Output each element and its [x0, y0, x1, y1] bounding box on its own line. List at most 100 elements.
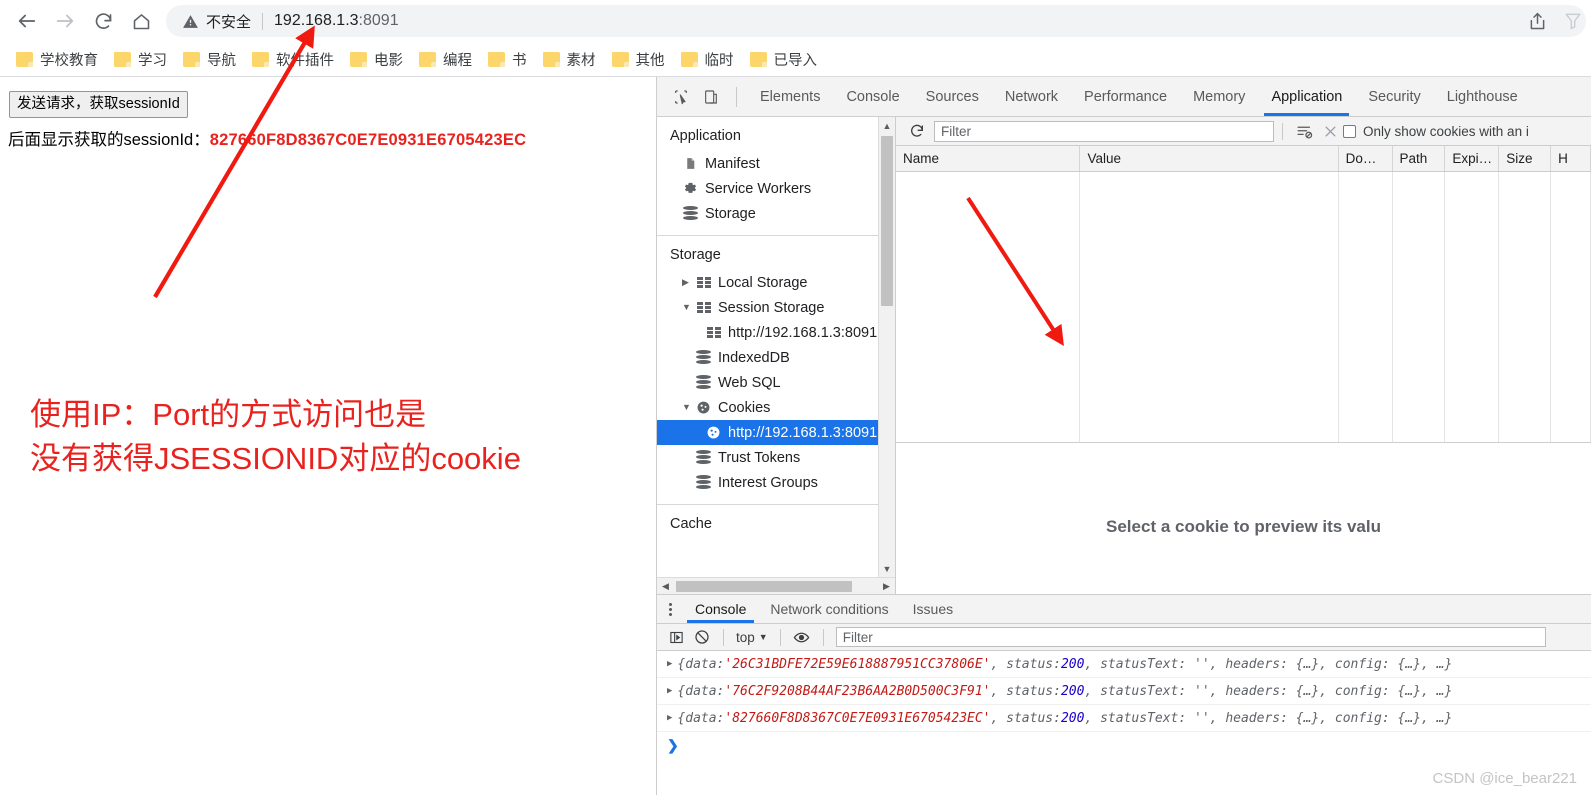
sidebar-item-web-sql[interactable]: ▶ Web SQL	[657, 370, 878, 395]
address-bar[interactable]: 不安全 192.168.1.3:8091	[166, 5, 1586, 37]
session-id-label: 后面显示获取的sessionId：	[8, 131, 210, 149]
send-request-button[interactable]: 发送请求，获取sessionId	[9, 91, 188, 118]
expand-triangle-icon[interactable]: ▶	[667, 686, 672, 696]
sidebar-item-label: Storage	[705, 205, 756, 222]
scrollbar-thumb[interactable]	[881, 136, 893, 306]
console-sidebar-icon[interactable]	[663, 625, 689, 649]
cookie-filter-input[interactable]: Filter	[934, 120, 1274, 142]
drawer-tab-network-conditions[interactable]: Network conditions	[758, 595, 900, 623]
device-toolbar-icon[interactable]	[696, 82, 726, 112]
console-log-row[interactable]: ▶ {data: '76C2F9208B44AF23B6AA2B0D500C3F…	[657, 678, 1591, 705]
console-toolbar: top ▼ Filter	[657, 624, 1591, 651]
tab-application[interactable]: Application	[1258, 77, 1355, 116]
bookmark-label: 已导入	[773, 52, 818, 69]
sidebar-item-local-storage[interactable]: ▶ Local Storage	[657, 270, 878, 295]
forward-icon[interactable]	[46, 2, 84, 40]
bookmark-item[interactable]: 临时	[675, 45, 744, 73]
sidebar-vertical-scrollbar[interactable]: ▲ ▼	[878, 117, 895, 577]
cookies-table-body[interactable]	[896, 172, 1591, 442]
console-filter-input[interactable]: Filter	[835, 627, 1546, 647]
column-header-value[interactable]: Value	[1080, 146, 1339, 171]
refresh-icon[interactable]	[904, 119, 930, 143]
scroll-right-icon[interactable]: ▶	[878, 581, 895, 592]
document-icon	[682, 155, 699, 172]
sidebar-item-cookie-origin[interactable]: http://192.168.1.3:8091	[657, 420, 878, 445]
scrollbar-thumb-horizontal[interactable]	[676, 580, 852, 592]
bookmark-item[interactable]: 软件插件	[246, 45, 344, 73]
sidebar-item-trust-tokens[interactable]: ▶ Trust Tokens	[657, 445, 878, 470]
scroll-up-icon[interactable]: ▲	[879, 117, 895, 134]
sidebar-item-label: Session Storage	[718, 299, 825, 316]
live-expression-eye-icon[interactable]	[789, 625, 815, 649]
expand-triangle-icon[interactable]: ▶	[667, 713, 672, 723]
chevron-down-icon[interactable]: ▼	[682, 303, 695, 312]
collections-icon[interactable]	[1555, 3, 1591, 39]
reload-icon[interactable]	[84, 2, 122, 40]
tabbar-divider	[736, 86, 737, 107]
sidebar-item-manifest[interactable]: Manifest	[657, 151, 878, 176]
folder-icon	[488, 51, 505, 67]
devtools-tabbar: Elements Console Sources Network Perform…	[657, 77, 1591, 117]
expand-triangle-icon[interactable]: ▶	[667, 659, 672, 669]
execution-context-selector[interactable]: top ▼	[732, 630, 772, 645]
clear-filtered-cookies-icon[interactable]	[1291, 119, 1317, 143]
sidebar-item-storage[interactable]: Storage	[657, 201, 878, 226]
clear-console-icon[interactable]	[689, 625, 715, 649]
console-log-row[interactable]: ▶ {data: '26C31BDFE72E59E618887951CC3780…	[657, 651, 1591, 678]
bookmark-item[interactable]: 素材	[537, 45, 606, 73]
column-header-domain[interactable]: Do…	[1339, 146, 1393, 171]
console-log-row[interactable]: ▶ {data: '827660F8D8367C0E7E0931E6705423…	[657, 705, 1591, 732]
bookmark-label: 其他	[635, 52, 665, 69]
bookmark-item[interactable]: 学习	[108, 45, 177, 73]
scroll-down-icon[interactable]: ▼	[879, 560, 895, 577]
bookmark-item[interactable]: 其他	[606, 45, 675, 73]
table-column	[1080, 172, 1339, 442]
chevron-down-icon[interactable]: ▼	[682, 403, 695, 412]
kebab-menu-icon[interactable]	[657, 602, 683, 616]
folder-icon	[749, 51, 767, 67]
console-prompt[interactable]: ❯	[657, 732, 1591, 759]
sidebar-item-indexeddb[interactable]: ▶ IndexedDB	[657, 345, 878, 370]
inspect-cursor-icon[interactable]	[666, 82, 696, 112]
bookmark-label: 学习	[138, 52, 167, 69]
column-header-httponly[interactable]: H	[1551, 146, 1591, 171]
bookmark-item[interactable]: 电影	[344, 45, 413, 73]
column-header-path[interactable]: Path	[1393, 146, 1446, 171]
tab-sources[interactable]: Sources	[913, 77, 992, 116]
tab-console[interactable]: Console	[833, 77, 912, 116]
sidebar-item-cookies[interactable]: ▼ Cookies	[657, 395, 878, 420]
clear-all-cookies-icon[interactable]	[1317, 119, 1343, 143]
scroll-left-icon[interactable]: ◀	[657, 581, 674, 592]
sidebar-item-interest-groups[interactable]: ▶ Interest Groups	[657, 470, 878, 495]
sidebar-item-session-storage-origin[interactable]: http://192.168.1.3:8091	[657, 320, 878, 345]
bookmark-item[interactable]: 已导入	[744, 45, 828, 73]
log-status: 200	[1060, 683, 1085, 699]
tab-security[interactable]: Security	[1355, 77, 1433, 116]
tab-performance[interactable]: Performance	[1071, 77, 1180, 116]
sidebar-item-session-storage[interactable]: ▼ Session Storage	[657, 295, 878, 320]
tab-network[interactable]: Network	[992, 77, 1071, 116]
log-data-value: '26C31BDFE72E59E618887951CC37806E'	[724, 656, 991, 672]
sidebar-horizontal-scrollbar[interactable]: ◀ ▶	[657, 577, 895, 594]
sidebar-item-service-workers[interactable]: Service Workers	[657, 176, 878, 201]
tab-elements[interactable]: Elements	[747, 77, 833, 116]
chevron-right-icon[interactable]: ▶	[682, 278, 695, 287]
database-icon	[682, 205, 699, 222]
cookie-filter-placeholder: Filter	[941, 123, 971, 139]
bookmark-item[interactable]: 编程	[413, 45, 482, 73]
column-header-expires[interactable]: Expi…	[1445, 146, 1500, 171]
column-header-size[interactable]: Size	[1499, 146, 1552, 171]
only-show-cookies-checkbox[interactable]	[1343, 124, 1356, 138]
share-icon[interactable]	[1519, 3, 1555, 39]
tab-lighthouse[interactable]: Lighthouse	[1434, 77, 1531, 116]
bookmark-item[interactable]: 学校教育	[10, 45, 108, 73]
back-icon[interactable]	[8, 2, 46, 40]
bookmark-label: 导航	[207, 52, 236, 69]
drawer-tab-console[interactable]: Console	[683, 595, 758, 623]
tab-memory[interactable]: Memory	[1180, 77, 1258, 116]
bookmark-item[interactable]: 导航	[177, 45, 246, 73]
column-header-name[interactable]: Name	[896, 146, 1081, 171]
drawer-tab-issues[interactable]: Issues	[901, 595, 965, 623]
home-icon[interactable]	[122, 2, 160, 40]
bookmark-item[interactable]: 书	[482, 45, 537, 73]
